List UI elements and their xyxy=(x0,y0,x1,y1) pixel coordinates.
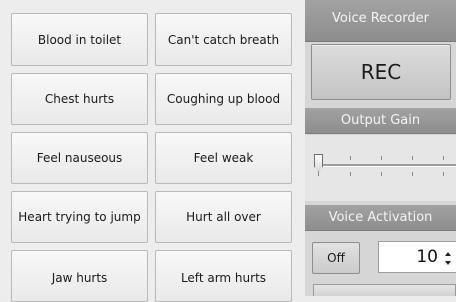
output-gain-slider[interactable] xyxy=(305,135,456,201)
slider-tick xyxy=(443,156,444,160)
phrase-button-hurt-all-over[interactable]: Hurt all over xyxy=(155,191,292,243)
slider-track xyxy=(315,164,456,167)
phrase-button-chest-hurts[interactable]: Chest hurts xyxy=(11,73,148,125)
voice-activation-off-button[interactable]: Off xyxy=(312,242,360,274)
phrase-button-left-arm-hurts[interactable]: Left arm hurts xyxy=(155,250,292,302)
phrase-button-cant-catch-breath[interactable]: Can't catch breath xyxy=(155,13,292,66)
spin-down-icon[interactable] xyxy=(444,258,452,268)
spinner-value: 10 xyxy=(416,247,438,267)
phrase-button-coughing-up-blood[interactable]: Coughing up blood xyxy=(155,73,292,125)
record-button[interactable]: REC xyxy=(311,44,451,100)
phrase-button-heart-trying-to-jump[interactable]: Heart trying to jump xyxy=(11,191,148,243)
slider-tick xyxy=(381,156,382,160)
slider-tick xyxy=(443,172,444,176)
phrase-button-jaw-hurts[interactable]: Jaw hurts xyxy=(11,250,148,302)
phrase-button-feel-weak[interactable]: Feel weak xyxy=(155,132,292,184)
slider-tick xyxy=(350,172,351,176)
slider-tick xyxy=(350,156,351,160)
phrase-button-grid: Blood in toilet Can't catch breath Chest… xyxy=(0,0,302,302)
control-side-panel: Voice Recorder REC Output Gain Voice Act… xyxy=(305,0,456,296)
slider-thumb[interactable] xyxy=(314,154,323,172)
slider-tick xyxy=(412,172,413,176)
voice-activation-spinner[interactable]: 10 xyxy=(378,241,456,273)
slider-tick xyxy=(381,172,382,176)
slider-tick xyxy=(318,172,319,176)
phrase-button-feel-nauseous[interactable]: Feel nauseous xyxy=(11,132,148,184)
slider-tick xyxy=(412,156,413,160)
voice-recorder-header: Voice Recorder xyxy=(305,0,456,42)
partial-button[interactable] xyxy=(313,284,456,296)
phrase-button-blood-in-toilet[interactable]: Blood in toilet xyxy=(11,13,148,66)
output-gain-header: Output Gain xyxy=(305,108,456,134)
voice-activation-header: Voice Activation xyxy=(305,205,456,231)
